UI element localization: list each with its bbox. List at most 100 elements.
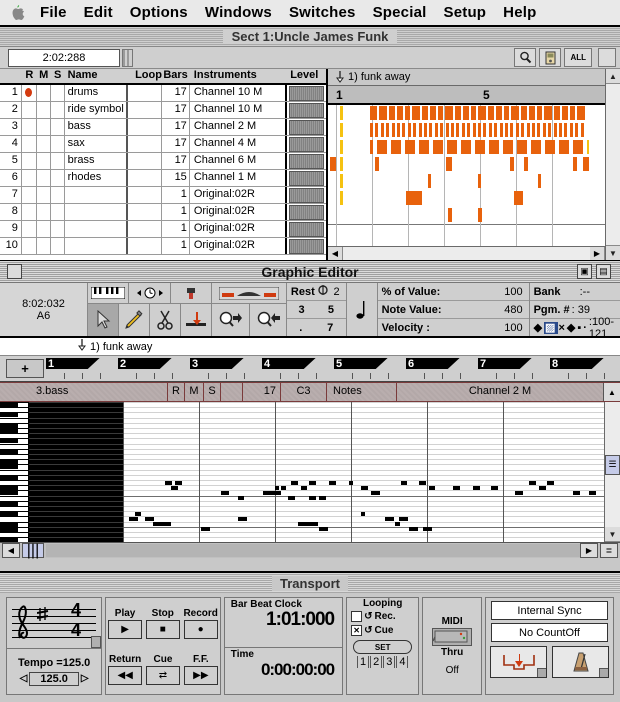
ge-vscroll-track-bottom[interactable] <box>605 474 620 527</box>
ge-counter[interactable]: 8:02:032 A6 <box>0 283 89 336</box>
clock-icon[interactable] <box>129 283 171 303</box>
play-button[interactable]: ▶ <box>108 619 143 639</box>
midi-event-block[interactable] <box>575 123 579 138</box>
track-loop[interactable] <box>128 85 162 101</box>
stop-button[interactable]: ■ <box>145 619 180 639</box>
midi-note[interactable] <box>361 511 365 516</box>
midi-event-block[interactable] <box>340 106 343 121</box>
track-loop[interactable] <box>128 221 162 237</box>
midi-event-block[interactable] <box>542 123 546 138</box>
midi-event-block[interactable] <box>428 174 431 189</box>
midi-event-block[interactable] <box>548 123 552 138</box>
ge-vscrollbar[interactable]: ☰ ▼ <box>604 402 620 542</box>
midi-note[interactable] <box>309 496 316 501</box>
midi-event-block[interactable] <box>489 140 499 155</box>
magnifier-icon[interactable] <box>514 48 537 67</box>
track-loop[interactable] <box>128 170 162 186</box>
track-instrument[interactable]: Original:02R <box>190 221 288 237</box>
midi-event-block[interactable] <box>510 157 514 172</box>
midi-note[interactable] <box>129 517 138 521</box>
midi-event-block[interactable] <box>564 123 568 138</box>
track-name[interactable]: drums <box>65 85 129 101</box>
arrange-track-lane[interactable] <box>328 190 605 209</box>
ge-bar-segment[interactable]: 6 <box>406 358 478 379</box>
midi-note[interactable] <box>201 527 210 532</box>
track-solo-toggle[interactable] <box>51 238 65 254</box>
ge-rec-toggle[interactable]: R <box>168 383 185 401</box>
midi-note[interactable] <box>589 491 596 495</box>
bar-beat-clock[interactable]: Bar Beat Clock 1:01:000 <box>224 598 343 648</box>
return-button[interactable]: ◀◀ <box>108 665 143 685</box>
param-row[interactable]: % of Value: 100 <box>377 283 529 301</box>
midi-event-block[interactable] <box>412 106 420 121</box>
table-row[interactable]: 9 1 Original:02R <box>0 221 326 238</box>
midi-event-block[interactable] <box>472 123 476 138</box>
midi-event-block[interactable] <box>562 106 568 121</box>
midi-event-block[interactable] <box>461 123 465 138</box>
zoom-out-icon[interactable] <box>249 304 286 336</box>
pin-icon[interactable] <box>170 283 212 303</box>
midi-event-block[interactable] <box>380 123 384 138</box>
midi-event-block[interactable] <box>461 140 471 155</box>
midi-event-block[interactable] <box>553 123 557 138</box>
midi-note[interactable] <box>263 491 281 495</box>
track-instrument[interactable]: Original:02R <box>190 187 288 203</box>
midi-event-block[interactable] <box>445 106 453 121</box>
track-rec-toggle[interactable] <box>22 204 37 220</box>
midi-event-block[interactable] <box>422 106 428 121</box>
midi-event-block[interactable] <box>340 191 343 206</box>
time-clock[interactable]: Time 0:00:00:00 <box>225 648 342 694</box>
midi-event-block[interactable] <box>397 123 400 138</box>
track-mute-toggle[interactable] <box>37 85 51 101</box>
midi-event-block[interactable] <box>488 106 494 121</box>
midi-note[interactable] <box>491 485 498 490</box>
midi-event-block[interactable] <box>463 106 469 121</box>
track-mute-toggle[interactable] <box>37 221 51 237</box>
track-level[interactable] <box>287 153 326 169</box>
menu-special[interactable]: Special <box>373 4 427 21</box>
midi-event-block[interactable] <box>405 140 415 155</box>
scroll-right-icon[interactable]: ▶ <box>590 247 605 260</box>
midi-event-block[interactable] <box>544 106 552 121</box>
track-loop[interactable] <box>128 187 162 203</box>
midi-event-block[interactable] <box>515 123 519 138</box>
track-rec-toggle[interactable] <box>22 136 37 152</box>
track-instrument[interactable]: Channel 10 M <box>190 102 288 118</box>
arrange-track-lane[interactable] <box>328 207 605 226</box>
midi-event-block[interactable] <box>370 140 373 155</box>
midi-event-block[interactable] <box>537 106 542 121</box>
track-name[interactable] <box>65 221 129 237</box>
track-instrument[interactable]: Channel 1 M <box>190 170 288 186</box>
track-name[interactable] <box>65 187 129 203</box>
ge-hscroll-thumb[interactable]: ||| <box>22 542 44 559</box>
midi-event-block[interactable] <box>478 123 481 138</box>
track-level[interactable] <box>287 187 326 203</box>
track-rec-toggle[interactable] <box>22 170 37 186</box>
ge-vscroll-track-top[interactable] <box>605 402 620 455</box>
param-row[interactable]: Velocity : 100 <box>378 319 529 336</box>
track-loop[interactable] <box>128 102 162 118</box>
track-instrument[interactable]: Original:02R <box>190 238 288 254</box>
midi-event-block[interactable] <box>505 123 508 138</box>
track-level[interactable] <box>287 136 326 152</box>
ge-resize-grip-icon[interactable]: ≣ <box>600 543 618 558</box>
arrange-title-bar[interactable]: Sect 1:Uncle James Funk <box>0 27 620 47</box>
menu-help[interactable]: Help <box>503 4 536 21</box>
track-rec-toggle[interactable] <box>22 221 37 237</box>
range-row[interactable]: ◆▨×◆▪· :100-121 <box>530 316 620 340</box>
midi-event-block[interactable] <box>418 123 422 138</box>
table-row[interactable]: 2 ride symbol 17 Channel 10 M <box>0 102 326 119</box>
midi-event-block[interactable] <box>391 123 395 138</box>
midi-event-block[interactable] <box>430 106 436 121</box>
midi-device-icon[interactable] <box>539 48 562 67</box>
midi-event-block[interactable] <box>455 106 461 121</box>
scroll-left-icon[interactable]: ◀ <box>328 247 343 260</box>
midi-event-block[interactable] <box>429 123 433 138</box>
piano-black-key[interactable] <box>0 538 18 543</box>
looping-cue-checkbox[interactable]: ✕ <box>351 624 363 636</box>
midi-event-block[interactable] <box>407 123 411 138</box>
midi-event-block[interactable] <box>438 106 443 121</box>
midi-note[interactable] <box>175 480 182 485</box>
track-loop[interactable] <box>128 136 162 152</box>
track-loop[interactable] <box>128 238 162 254</box>
